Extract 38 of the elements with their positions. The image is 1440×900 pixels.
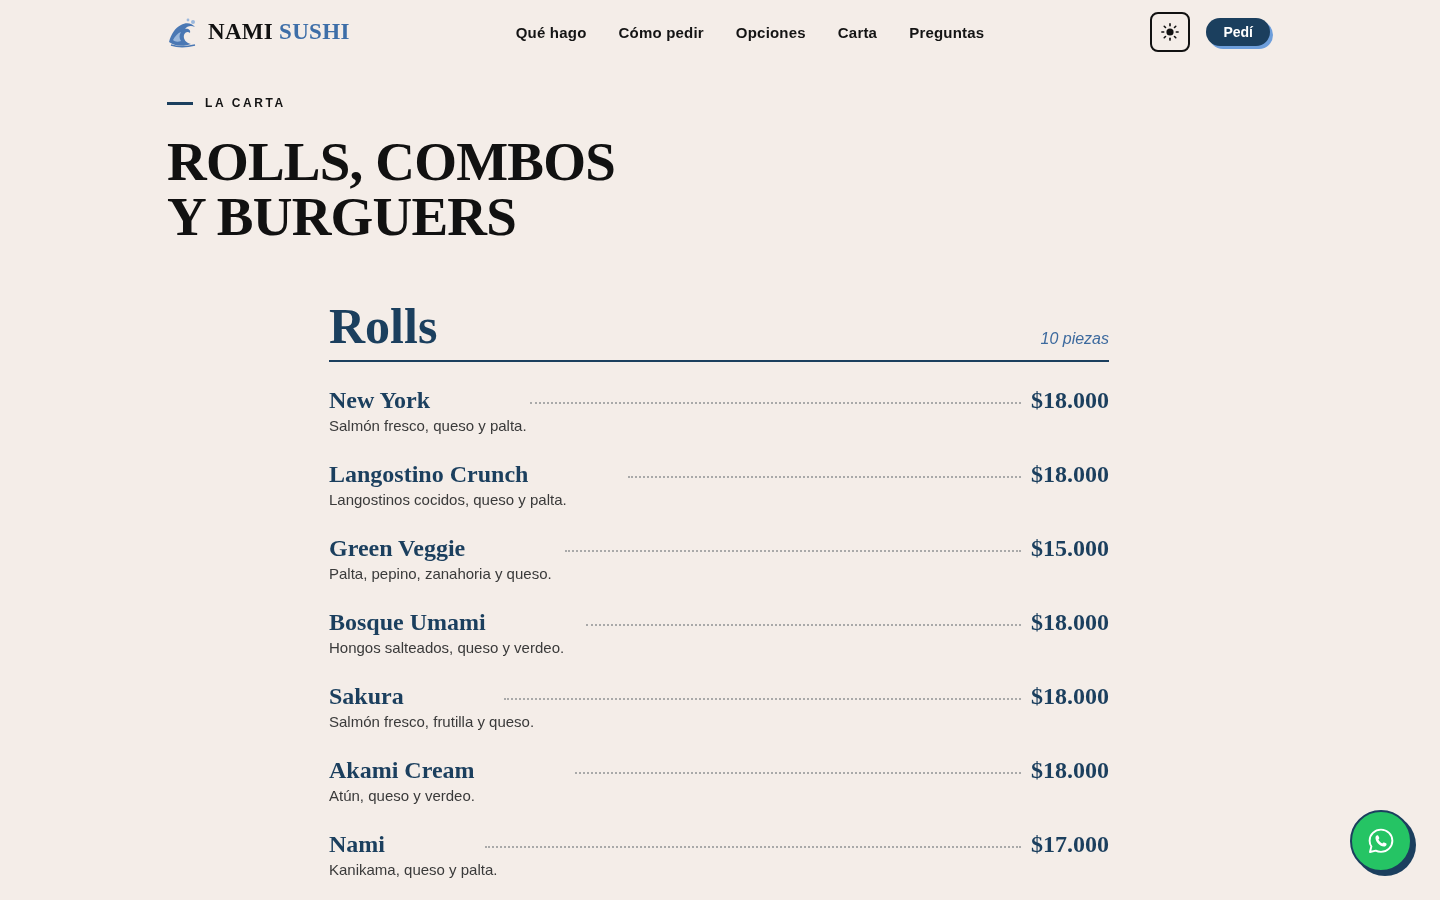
category-note: 10 piezas (1040, 330, 1109, 348)
dish-price: $15.000 (1031, 534, 1109, 562)
brand-name: NAMI (208, 19, 274, 45)
nav-link[interactable]: Carta (837, 23, 878, 41)
dish-description: Salmón fresco, queso y palta. (329, 416, 528, 436)
dish-description: Atún, queso y verdeo. (329, 786, 476, 806)
brand-name-accent: SUSHI (279, 19, 350, 45)
chat-bubble-phone-icon (1367, 827, 1395, 855)
nav-link[interactable]: Qué hago (515, 23, 587, 41)
dish-description: Kanikama, queso y palta. (329, 860, 499, 880)
section-title: ROLLS, COMBOS (167, 134, 616, 189)
dish-name: Bosque Umami (329, 608, 486, 636)
dish-price: $18.000 (1031, 386, 1109, 414)
dish-description: Hongos salteados, queso y verdeo. (329, 638, 566, 658)
nav-link[interactable]: Cómo pedir (618, 23, 704, 41)
theme-toggle-button[interactable] (1150, 12, 1191, 52)
dish-price: $18.000 (1031, 682, 1109, 710)
order-button[interactable]: Pedí (1206, 18, 1270, 46)
dish-price: $18.000 (1031, 460, 1109, 488)
nav-link[interactable]: Opciones (735, 23, 806, 41)
dish-name: Akami Cream (329, 756, 475, 784)
dish-price: $18.000 (1031, 608, 1109, 636)
dish-name: Langostino Crunch (329, 460, 529, 488)
section-eyebrow: LA CARTA (205, 96, 286, 110)
section-title: Y BURGUERS (167, 189, 517, 244)
dish-name: New York (329, 386, 431, 414)
dish-name: Green Veggie (329, 534, 466, 562)
nav-link[interactable]: Preguntas (909, 23, 985, 41)
dish-description: Salmón fresco, frutilla y queso. (329, 712, 536, 732)
dish-description: Langostinos cocidos, queso y palta. (329, 490, 568, 510)
dish-price: $17.000 (1031, 830, 1109, 858)
category-title: Rolls (329, 300, 438, 352)
dish-name: Sakura (329, 682, 404, 710)
dish-description: Palta, pepino, zanahoria y queso. (329, 564, 553, 584)
dish-name: Nami (329, 830, 385, 858)
eyebrow-rule (167, 101, 193, 105)
sun-icon (1161, 23, 1180, 41)
dish-price: $18.000 (1031, 756, 1109, 784)
